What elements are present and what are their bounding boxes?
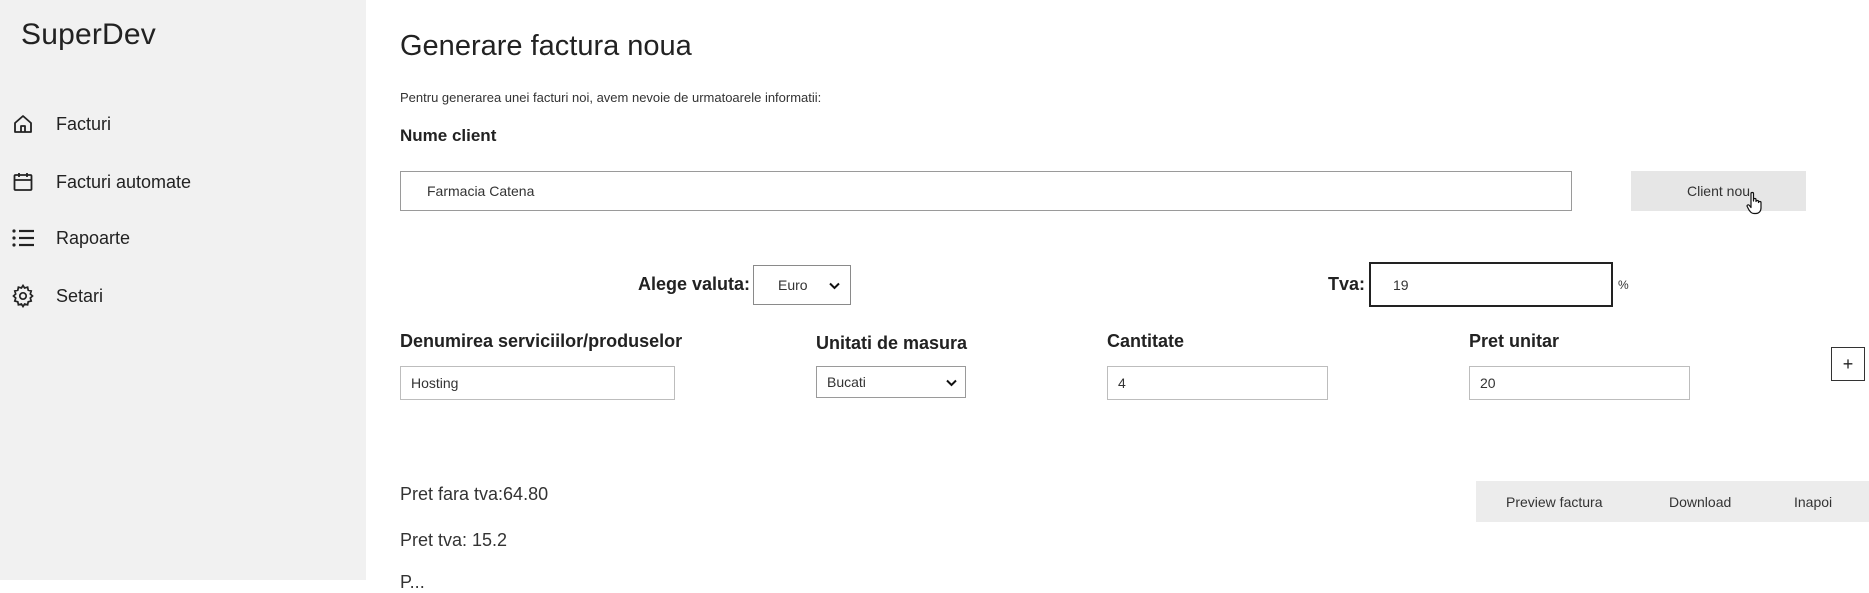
quantity-input[interactable]: [1107, 366, 1328, 400]
tva-label: Tva:: [1328, 274, 1366, 294]
client-name-input[interactable]: [400, 171, 1572, 211]
page-title: Generare factura noua: [400, 30, 692, 62]
sidebar-item-label: Facturi: [56, 113, 112, 134]
column-header-price: Pret unitar: [1469, 331, 1560, 351]
chevron-down-icon: [829, 277, 840, 293]
sidebar-item-label: Facturi automate: [56, 171, 192, 192]
column-header-quantity: Cantitate: [1107, 331, 1185, 351]
unit-price-input[interactable]: [1469, 366, 1690, 400]
calendar-icon: [10, 169, 36, 195]
home-icon: [10, 111, 36, 137]
currency-select-value: Euro: [778, 277, 808, 293]
column-header-service: Denumirea serviciilor/produselor: [400, 331, 683, 351]
back-button[interactable]: Inapoi: [1794, 481, 1832, 522]
list-icon: [10, 225, 36, 251]
price-total-partial: P...: [400, 572, 425, 592]
gear-icon: [10, 283, 36, 309]
sidebar-item-rapoarte[interactable]: Rapoarte: [10, 220, 130, 256]
price-tva: Pret tva: 15.2: [400, 530, 508, 550]
main-content: Generare factura noua Pentru generarea u…: [366, 0, 1869, 592]
unit-select-value: Bucati: [827, 374, 866, 390]
tva-percent-unit: %: [1618, 278, 1629, 292]
preview-invoice-button[interactable]: Preview factura: [1506, 481, 1602, 522]
add-row-button[interactable]: +: [1831, 347, 1865, 381]
new-client-button[interactable]: Client nou: [1631, 171, 1806, 211]
sidebar-item-label: Rapoarte: [56, 227, 131, 248]
sidebar: SuperDev Facturi Facturi automate Rapoar…: [0, 0, 366, 580]
hand-cursor-icon: [1746, 191, 1764, 220]
chevron-down-icon: [946, 374, 957, 390]
sidebar-item-setari[interactable]: Setari: [10, 278, 103, 314]
service-name-input[interactable]: [400, 366, 675, 400]
intro-text: Pentru generarea unei facturi noi, avem …: [400, 90, 822, 105]
brand-logo-text[interactable]: SuperDev: [21, 18, 156, 52]
tva-input[interactable]: [1369, 262, 1613, 307]
price-without-tva: Pret fara tva:64.80: [400, 484, 549, 504]
currency-label: Alege valuta:: [638, 274, 751, 294]
client-name-label: Nume client: [400, 126, 497, 145]
download-button[interactable]: Download: [1669, 481, 1731, 522]
sidebar-item-facturi-automate[interactable]: Facturi automate: [10, 164, 191, 200]
currency-select[interactable]: Euro: [753, 265, 851, 305]
unit-select[interactable]: Bucati: [816, 366, 966, 398]
invoice-actions-bar: Preview factura Download Inapoi: [1476, 481, 1869, 522]
column-header-unit: Unitati de masura: [816, 333, 968, 353]
sidebar-item-facturi[interactable]: Facturi: [10, 106, 111, 142]
sidebar-item-label: Setari: [56, 285, 104, 306]
